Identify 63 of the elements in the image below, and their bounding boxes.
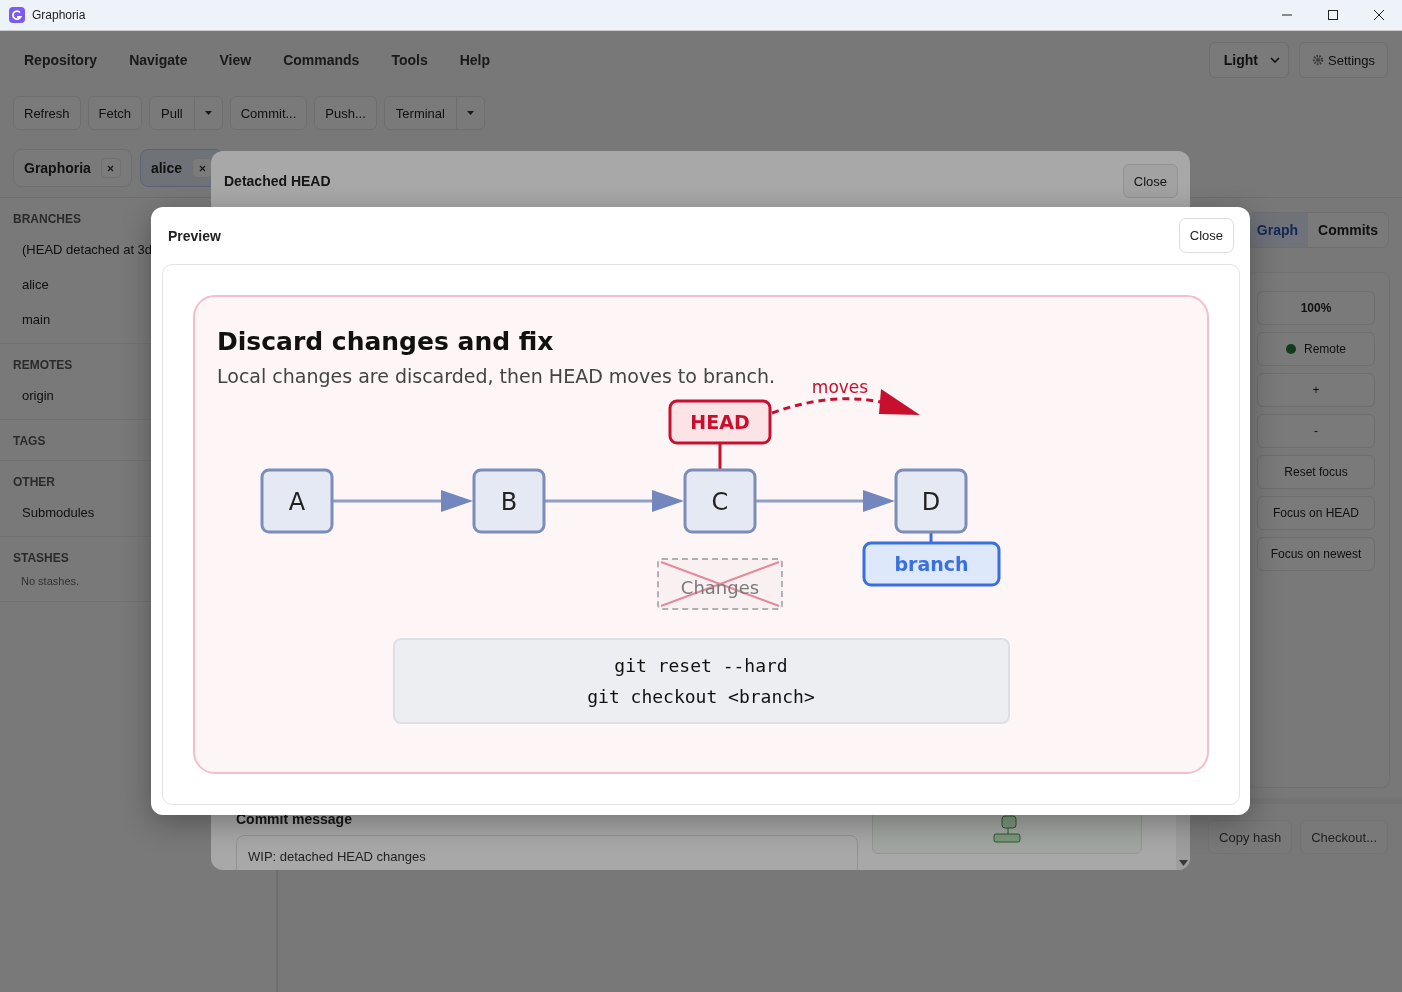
graph-control-button[interactable]: Focus on newest <box>1257 537 1375 571</box>
head-label: HEAD <box>668 399 772 445</box>
gear-icon <box>1312 54 1324 66</box>
close-icon <box>198 164 206 172</box>
commit-message-field[interactable]: WIP: detached HEAD changes <box>236 835 858 870</box>
graph-control-button[interactable]: Focus on HEAD <box>1257 496 1375 530</box>
card-title: Discard changes and fix <box>217 327 555 356</box>
dialog-title: Preview <box>168 227 221 244</box>
split-button[interactable]: Terminal <box>383 96 485 130</box>
zoom-level-button[interactable]: 100% <box>1257 291 1375 325</box>
close-icon <box>1373 9 1385 21</box>
close-tab-button[interactable] <box>100 158 121 178</box>
repo-tab[interactable]: Graphoria <box>13 149 132 187</box>
window-title: Graphoria <box>32 8 86 22</box>
command-line: git checkout <branch> <box>586 685 816 709</box>
close-button[interactable]: Close <box>1122 164 1178 198</box>
close-icon <box>107 164 115 172</box>
mini-graph-drawing <box>993 815 1021 843</box>
empty-note: No stashes. <box>20 574 81 589</box>
toolbar-button[interactable]: Push... <box>314 96 377 130</box>
section-heading: REMOTES <box>13 358 74 372</box>
repo-tab-label: alice <box>150 160 183 176</box>
remote-toggle[interactable]: Remote <box>1257 332 1375 366</box>
maximize-icon <box>1327 9 1339 21</box>
card-subtitle: Local changes are discarded, then HEAD moves to branch. <box>217 365 777 387</box>
graph-control-button[interactable]: - <box>1257 414 1375 448</box>
menu-item[interactable]: Tools <box>381 46 438 74</box>
section-heading: TAGS <box>13 434 47 448</box>
commit-node: B <box>472 468 546 534</box>
section-heading: BRANCHES <box>13 212 82 226</box>
move-label: moves <box>811 381 869 397</box>
settings-button[interactable]: Settings <box>1299 42 1388 78</box>
menu-item[interactable]: Repository <box>14 46 108 74</box>
branch-label: branch <box>862 541 1001 587</box>
caret-icon <box>466 111 474 115</box>
commit-node: D <box>894 468 968 534</box>
command-line: git reset --hard <box>613 654 789 678</box>
graph-control-button[interactable]: Reset focus <box>1257 455 1375 489</box>
graph-control-button[interactable]: + <box>1257 373 1375 407</box>
dialog-title: Detached HEAD <box>224 173 331 189</box>
section-heading: OTHER <box>13 475 56 489</box>
toolbar-button[interactable]: Commit... <box>229 96 308 130</box>
detail-action-button[interactable]: Checkout... <box>1300 820 1388 854</box>
commit-node: C <box>683 468 757 534</box>
repo-tab-label: Graphoria <box>24 160 91 176</box>
field-label: Commit message <box>236 811 353 827</box>
menu-item[interactable]: Help <box>449 46 500 74</box>
menu-item[interactable]: View <box>209 46 262 74</box>
scroll-down-arrow-icon <box>1178 860 1188 866</box>
toolbar-button[interactable]: Fetch <box>87 96 143 130</box>
menu-item[interactable]: Commands <box>273 46 370 74</box>
app-logo-icon <box>9 7 25 23</box>
detail-action-button[interactable]: Copy hash <box>1208 820 1293 854</box>
close-button[interactable]: Close <box>1178 218 1234 253</box>
theme-select[interactable]: Light <box>1208 42 1289 78</box>
toolbar-button[interactable]: Refresh <box>13 96 81 130</box>
section-heading: STASHES <box>13 551 70 565</box>
caret-icon <box>204 111 212 115</box>
menu-item[interactable]: Navigate <box>119 46 198 74</box>
chevron-down-icon <box>1270 57 1280 63</box>
split-button[interactable]: Pull <box>149 96 223 130</box>
commit-node: A <box>260 468 334 534</box>
close-tab-button[interactable] <box>192 158 213 178</box>
